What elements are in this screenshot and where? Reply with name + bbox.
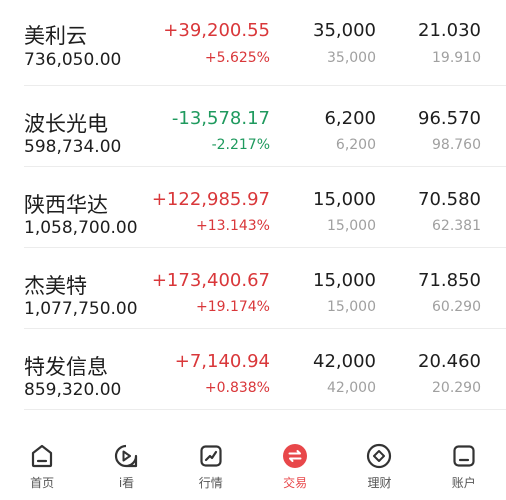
- cost-price: 19.910: [432, 50, 481, 66]
- nav-label: 行情: [198, 476, 223, 490]
- cost-price: 20.290: [432, 380, 481, 396]
- profit-loss: +39,200.55: [163, 20, 270, 41]
- market-value: 1,058,700.00: [24, 218, 138, 238]
- holding-row[interactable]: 特发信息 859,320.00 +7,140.94 +0.838% 42,000…: [24, 329, 506, 410]
- nav-label: 理财: [367, 476, 392, 490]
- profit-loss: +7,140.94: [174, 351, 270, 372]
- diamond-icon: [367, 443, 392, 469]
- available-quantity: 35,000: [327, 50, 376, 66]
- holding-row[interactable]: 陕西华达 1,058,700.00 +122,985.97 +13.143% 1…: [24, 167, 506, 248]
- stock-name: 陕西华达: [24, 193, 108, 217]
- cost-price: 98.760: [432, 137, 481, 153]
- nav-market[interactable]: 行情: [171, 428, 251, 491]
- current-price: 21.030: [418, 20, 481, 41]
- stock-name: 杰美特: [24, 274, 87, 298]
- profit-loss: +173,400.67: [151, 270, 270, 291]
- profit-loss-percent: +5.625%: [204, 50, 270, 66]
- available-quantity: 6,200: [335, 137, 376, 153]
- holding-row[interactable]: 波长光电 598,734.00 -13,578.17 -2.217% 6,200…: [24, 86, 506, 167]
- available-quantity: 15,000: [327, 299, 376, 315]
- nav-account[interactable]: 账户: [424, 428, 504, 491]
- position-quantity: 15,000: [313, 189, 376, 210]
- nav-wealth[interactable]: 理财: [339, 428, 419, 491]
- bottom-nav: 首页 i看 行情 交易 理财 账户: [0, 428, 506, 500]
- position-quantity: 6,200: [324, 108, 376, 129]
- nav-trade[interactable]: 交易: [255, 428, 335, 491]
- available-quantity: 42,000: [327, 380, 376, 396]
- current-price: 71.850: [418, 270, 481, 291]
- position-quantity: 42,000: [313, 351, 376, 372]
- exchange-icon: [283, 444, 308, 468]
- current-price: 20.460: [418, 351, 481, 372]
- position-quantity: 15,000: [313, 270, 376, 291]
- current-price: 96.570: [418, 108, 481, 129]
- cost-price: 62.381: [432, 218, 481, 234]
- home-icon: [32, 444, 53, 468]
- holding-row[interactable]: 杰美特 1,077,750.00 +173,400.67 +19.174% 15…: [24, 248, 506, 329]
- current-price: 70.580: [418, 189, 481, 210]
- position-quantity: 35,000: [313, 20, 376, 41]
- market-value: 598,734.00: [24, 137, 122, 157]
- nav-ikan[interactable]: i看: [86, 428, 166, 491]
- stock-name: 特发信息: [24, 355, 108, 379]
- profit-loss-percent: -2.217%: [211, 137, 270, 153]
- cost-price: 60.290: [432, 299, 481, 315]
- nav-label: 交易: [283, 476, 308, 490]
- trend-icon: [200, 445, 222, 467]
- market-value: 1,077,750.00: [24, 299, 138, 319]
- account-icon: [453, 445, 475, 467]
- nav-label: 账户: [451, 476, 476, 490]
- nav-home[interactable]: 首页: [2, 428, 82, 491]
- stock-name: 波长光电: [24, 112, 108, 136]
- profit-loss-percent: +13.143%: [195, 218, 270, 234]
- profit-loss: +122,985.97: [151, 189, 270, 210]
- holdings-list: 美利云 736,050.00 +39,200.55 +5.625% 35,000…: [0, 0, 506, 410]
- available-quantity: 15,000: [327, 218, 376, 234]
- nav-label: i看: [118, 476, 135, 490]
- market-value: 736,050.00: [24, 50, 122, 70]
- profit-loss-percent: +0.838%: [204, 380, 270, 396]
- nav-label: 首页: [30, 476, 55, 490]
- profit-loss-percent: +19.174%: [195, 299, 270, 315]
- stock-name: 美利云: [24, 24, 87, 48]
- holding-row[interactable]: 美利云 736,050.00 +39,200.55 +5.625% 35,000…: [24, 0, 506, 86]
- play-icon: [115, 444, 138, 468]
- profit-loss: -13,578.17: [171, 108, 270, 129]
- market-value: 859,320.00: [24, 380, 122, 400]
